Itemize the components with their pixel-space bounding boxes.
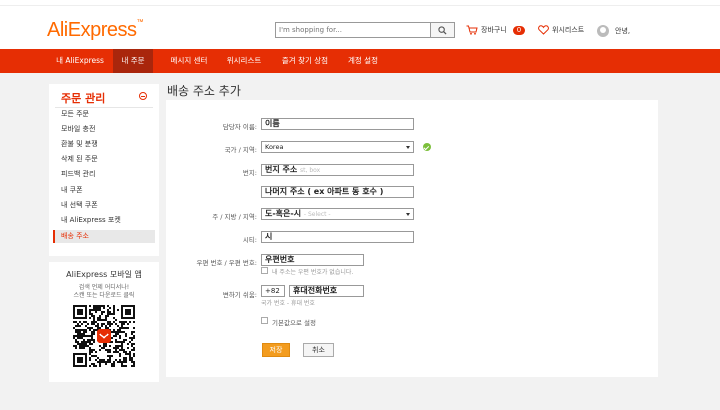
collapse-icon[interactable] — [139, 92, 147, 100]
nav-account-settings[interactable]: 계정 설정 — [340, 49, 386, 73]
nav-wishlist[interactable]: 위시리스트 — [220, 49, 268, 73]
sidebar-item-mobile-recharge[interactable]: 모바일 충전 — [53, 123, 155, 136]
cart-icon — [466, 25, 478, 35]
street-placeholder: st, box — [300, 167, 321, 174]
sidebar-item-feedback[interactable]: 피드백 관리 — [53, 168, 155, 181]
sidebar-item-shipping-address[interactable]: 배송 주소 — [53, 230, 155, 243]
sidebar-item-all-orders[interactable]: 모든 주문 — [53, 108, 155, 121]
cart-count-badge: 0 — [512, 25, 526, 35]
cancel-button[interactable]: 취소 — [303, 343, 334, 357]
no-zip-checkbox[interactable] — [261, 267, 268, 274]
sidebar-item-refunds[interactable]: 환불 및 분쟁 — [53, 138, 155, 151]
street-input[interactable]: 번지 주소 st, box — [261, 164, 414, 176]
app-promo-title: AliExpress 모바일 앱 — [66, 270, 142, 279]
search-icon — [438, 25, 447, 35]
country-select[interactable]: Korea — [261, 141, 414, 153]
no-zip-label: 내 주소는 우편 번호가 없습니다. — [272, 269, 354, 276]
contact-name-input[interactable]: 이름 — [261, 118, 414, 130]
app-promo-line2: 스캔 또는 다운로드 클릭 — [73, 292, 135, 299]
street-value: 번지 주소 — [265, 165, 298, 174]
cart-label: 장바구니 — [481, 26, 507, 34]
main-nav: 내 AliExpress 내 주문 메시지 센터 위시리스트 즐겨 찾기 상점 … — [0, 49, 720, 73]
sidebar-title: 주문 관리 — [61, 92, 106, 105]
country-label: 국가 / 지역: — [224, 146, 257, 154]
nav-favorite-stores[interactable]: 즐겨 찾기 상점 — [275, 49, 335, 73]
street2-input[interactable]: 나머지 주소 ( ex 아파트 동 호수 ) — [261, 186, 414, 198]
heart-icon — [538, 25, 549, 35]
sidebar-item-pocket[interactable]: 내 AliExpress 포켓 — [53, 214, 155, 227]
app-promo-line1: 검색 언제 어디서나! — [78, 284, 130, 291]
nav-my-orders[interactable]: 내 주문 — [113, 49, 153, 73]
province-value: 도-혹은-시 — [265, 209, 302, 218]
mobile-app-promo: AliExpress 모바일 앱 검색 언제 어디서나! 스캔 또는 다운로드 … — [49, 262, 159, 382]
country-value: Korea — [265, 143, 284, 151]
save-button[interactable]: 저장 — [262, 343, 290, 357]
page-title: 배송 주소 추가 — [167, 84, 241, 98]
phone-label: 변하기 쉬움: — [222, 291, 257, 299]
cart-link[interactable]: 장바구니 0 — [466, 25, 526, 35]
phone-hint: 국가 번호 - 휴대 번호 — [261, 300, 315, 307]
default-address-label: 기본값으로 설정 — [272, 319, 316, 327]
chevron-down-icon — [406, 212, 410, 216]
contact-name-label: 담당자 이름: — [222, 123, 257, 131]
search-button[interactable] — [430, 23, 454, 37]
address-form: 담당자 이름: 이름 국가 / 지역: Korea 번지: 번지 주소 st, … — [166, 100, 658, 377]
account-menu[interactable]: 안녕, — [597, 25, 630, 37]
logo-text: AliExpress — [47, 19, 137, 41]
aliexpress-logo[interactable]: AliExpress™ — [47, 19, 143, 42]
chevron-down-icon — [406, 145, 410, 149]
city-input[interactable]: 시 — [261, 231, 414, 243]
zip-input[interactable]: 우편번호 — [261, 254, 364, 266]
greeting-text: 안녕, — [615, 27, 631, 35]
trademark-mark: ™ — [136, 19, 143, 26]
sidebar-item-select-coupons[interactable]: 내 선택 쿠폰 — [53, 199, 155, 212]
sidebar-item-my-coupons[interactable]: 내 쿠폰 — [53, 184, 155, 197]
city-label: 시티: — [242, 236, 257, 244]
phone-number-input[interactable]: 휴대전화번호 — [289, 285, 364, 297]
nav-message-center[interactable]: 메시지 센터 — [160, 49, 218, 73]
sidebar-item-deleted-orders[interactable]: 삭제 된 주문 — [53, 153, 155, 166]
street-label: 번지: — [242, 169, 257, 177]
wishlist-link[interactable]: 위시리스트 — [538, 25, 584, 35]
search-box — [275, 22, 455, 38]
search-input[interactable] — [276, 23, 431, 37]
avatar — [597, 25, 609, 37]
province-label: 주 / 지방 / 지역: — [212, 213, 257, 221]
province-select[interactable]: 도-혹은-시 - Select - — [261, 208, 414, 220]
order-sidebar: 주문 관리 모든 주문 모바일 충전 환불 및 분쟁 삭제 된 주문 피드백 관… — [49, 84, 159, 256]
province-placeholder: - Select - — [303, 211, 331, 218]
phone-country-code[interactable]: +82 — [261, 285, 285, 297]
default-address-checkbox[interactable] — [261, 317, 268, 324]
site-header: AliExpress™ 장바구니 0 위시리스트 안녕, — [0, 6, 720, 49]
nav-my-aliexpress[interactable]: 내 AliExpress — [50, 49, 110, 73]
wishlist-label: 위시리스트 — [552, 26, 585, 34]
check-valid-icon — [423, 143, 431, 151]
zip-label: 우편 번호 / 우편 번호: — [196, 259, 258, 267]
qr-code-image[interactable] — [73, 305, 135, 367]
